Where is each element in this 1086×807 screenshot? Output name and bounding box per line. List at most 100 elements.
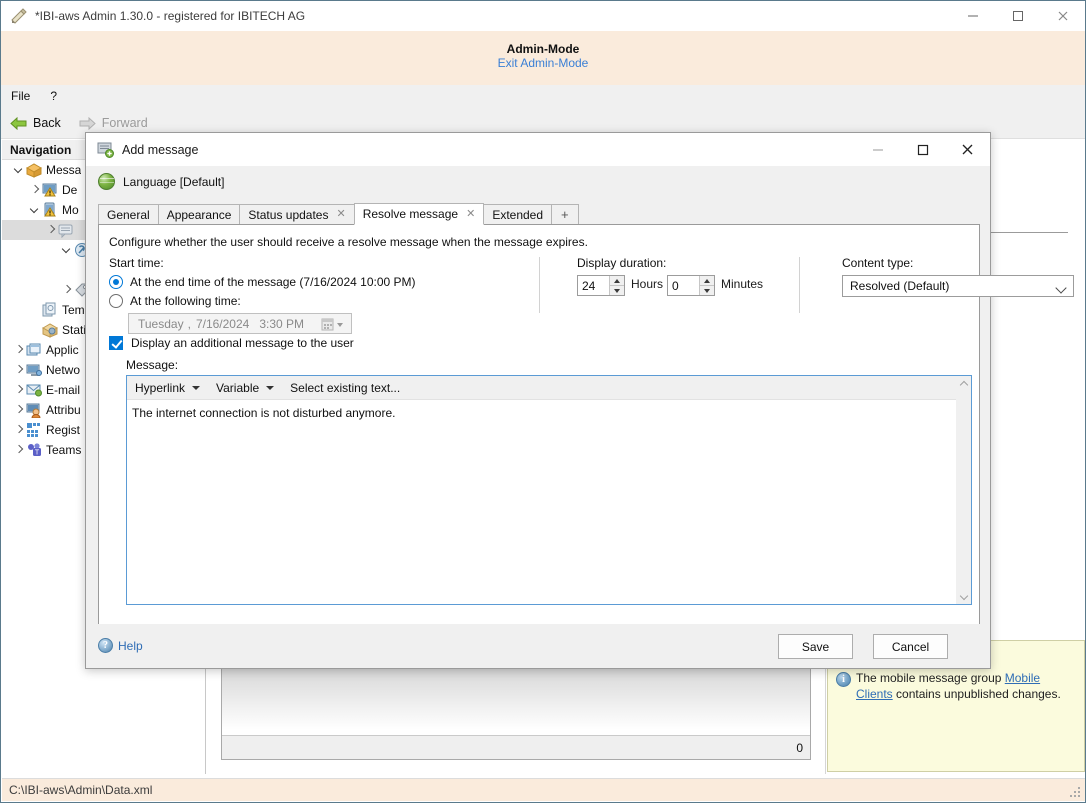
- dialog-body: Configure whether the user should receiv…: [98, 225, 980, 658]
- message-grid: 0: [221, 668, 811, 760]
- dialog-maximize-button[interactable]: [900, 133, 945, 166]
- chevron-right-icon[interactable]: [44, 223, 58, 237]
- grid-count-value: 0: [796, 741, 803, 755]
- minimize-button[interactable]: [950, 1, 995, 31]
- tree-item-label: Attribu: [46, 403, 81, 417]
- chevron-down-icon[interactable]: [28, 203, 42, 217]
- minutes-stepper-buttons[interactable]: [699, 276, 714, 295]
- minutes-increment-button[interactable]: [700, 276, 714, 286]
- tab-label: General: [107, 208, 150, 222]
- tree-item-label: Regist: [46, 423, 80, 437]
- info-icon: i: [836, 672, 851, 687]
- globe-icon: [98, 173, 115, 190]
- editor-content[interactable]: The internet connection is not disturbed…: [132, 406, 951, 420]
- chevron-right-icon[interactable]: [60, 283, 74, 297]
- message-editor[interactable]: Hyperlink Variable Select existing text.…: [126, 375, 972, 605]
- tab-label: Resolve message: [363, 207, 458, 221]
- message-grid-body: [222, 669, 810, 735]
- chevron-right-icon[interactable]: [12, 423, 26, 437]
- save-button[interactable]: Save: [778, 634, 853, 659]
- window-title-bar: *IBI-aws Admin 1.30.0 - registered for I…: [1, 1, 1085, 31]
- minutes-stepper[interactable]: 0: [667, 275, 715, 296]
- maximize-button[interactable]: [995, 1, 1040, 31]
- radio-following-time[interactable]: At the following time:: [109, 294, 241, 308]
- tab-label: Appearance: [167, 208, 232, 222]
- additional-message-label: Display an additional message to the use…: [131, 336, 354, 350]
- hours-increment-button[interactable]: [610, 276, 624, 286]
- hyperlink-dropdown[interactable]: Hyperlink: [127, 376, 208, 399]
- scroll-down-icon[interactable]: [956, 589, 971, 604]
- menu-item-file[interactable]: File: [1, 85, 40, 108]
- content-type-select[interactable]: Resolved (Default): [842, 275, 1074, 297]
- add-tab-button[interactable]: +: [551, 204, 579, 225]
- tab-appearance[interactable]: Appearance: [158, 204, 241, 225]
- chevron-right-icon[interactable]: [12, 343, 26, 357]
- hours-stepper[interactable]: 24: [577, 275, 625, 296]
- dialog-minimize-button[interactable]: [855, 133, 900, 166]
- minutes-decrement-button[interactable]: [700, 286, 714, 295]
- editor-toolbar: Hyperlink Variable Select existing text.…: [127, 376, 956, 400]
- resize-grip-icon[interactable]: [1068, 784, 1082, 798]
- chevron-right-icon[interactable]: [28, 183, 42, 197]
- chevron-down-icon[interactable]: [60, 243, 74, 257]
- dialog-close-button[interactable]: [945, 133, 990, 166]
- tree-spacer: [28, 303, 42, 317]
- add-message-icon: [97, 141, 114, 158]
- chevron-down-icon: [266, 386, 274, 390]
- chevron-right-icon[interactable]: [12, 443, 26, 457]
- calendar-dropdown-icon[interactable]: [321, 317, 347, 331]
- templates-icon: [42, 302, 58, 318]
- help-link[interactable]: ? Help: [98, 638, 143, 653]
- pencil-document-icon: [10, 7, 28, 25]
- minutes-unit-label: Minutes: [721, 277, 763, 291]
- tab-status-updates[interactable]: Status updates ✕: [239, 204, 354, 225]
- tree-item-label: Netwo: [46, 363, 80, 377]
- chevron-right-icon[interactable]: [12, 363, 26, 377]
- chevron-down-icon: [1055, 282, 1066, 293]
- editor-scrollbar[interactable]: [956, 376, 971, 604]
- teams-icon: T: [26, 442, 42, 458]
- radio-following-time-indicator: [109, 294, 123, 308]
- menu-item-help[interactable]: ?: [40, 85, 67, 108]
- tab-extended[interactable]: Extended: [483, 204, 552, 225]
- svg-text:T: T: [35, 450, 40, 457]
- dialog-tab-strip[interactable]: GeneralAppearanceStatus updates✕Resolve …: [98, 203, 980, 225]
- status-path: C:\IBI-aws\Admin\Data.xml: [9, 783, 152, 797]
- additional-message-checkbox[interactable]: Display an additional message to the use…: [109, 336, 354, 350]
- tab-close-icon[interactable]: ✕: [466, 209, 475, 220]
- date-time-picker[interactable]: Tuesday , 7/16/2024 3:30 PM: [128, 313, 352, 334]
- chevron-down-icon[interactable]: [12, 163, 26, 177]
- close-button[interactable]: [1040, 1, 1085, 31]
- radio-end-time-indicator: [109, 275, 123, 289]
- variable-label: Variable: [216, 381, 259, 395]
- hours-stepper-buttons[interactable]: [609, 276, 624, 295]
- select-existing-text-button[interactable]: Select existing text...: [282, 376, 408, 399]
- tree-item-label: Applic: [46, 343, 79, 357]
- radio-end-time-label: At the end time of the message (7/16/202…: [130, 275, 416, 289]
- tab-general[interactable]: General: [98, 204, 159, 225]
- admin-mode-banner: Admin-Mode Exit Admin-Mode: [1, 31, 1085, 85]
- network-icon: [26, 362, 42, 378]
- exit-admin-mode-link[interactable]: Exit Admin-Mode: [498, 48, 589, 70]
- date-value: 7/16/2024: [191, 317, 249, 331]
- tab-resolve-message[interactable]: Resolve message ✕: [354, 203, 485, 225]
- scroll-up-icon[interactable]: [956, 376, 971, 391]
- variable-dropdown[interactable]: Variable: [208, 376, 282, 399]
- cancel-button[interactable]: Cancel: [873, 634, 948, 659]
- language-label: Language [Default]: [123, 175, 224, 189]
- chevron-right-icon[interactable]: [12, 403, 26, 417]
- tab-close-icon[interactable]: ✕: [336, 209, 345, 220]
- forward-label: Forward: [102, 116, 148, 130]
- chevron-right-icon[interactable]: [12, 383, 26, 397]
- back-label: Back: [33, 116, 61, 130]
- dialog-title-bar: Add message: [86, 133, 990, 166]
- back-button[interactable]: Back: [1, 111, 70, 136]
- radio-end-time[interactable]: At the end time of the message (7/16/202…: [109, 275, 416, 289]
- hours-decrement-button[interactable]: [610, 286, 624, 295]
- applications-icon: [26, 342, 42, 358]
- vertical-divider: [799, 257, 800, 313]
- menu-bar: File ?: [1, 85, 1085, 108]
- tree-item-label: Mo: [62, 203, 79, 217]
- tab-label: Status updates: [248, 208, 328, 222]
- attributes-user-icon: [26, 402, 42, 418]
